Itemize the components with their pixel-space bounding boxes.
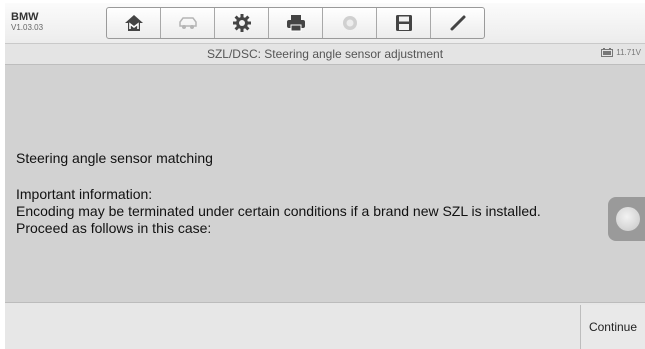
print-button[interactable]	[269, 8, 323, 38]
message-info-label: Important information:	[16, 186, 153, 202]
help-button[interactable]	[323, 8, 377, 38]
app-screen: BMW V1.03.03 SZL/DSC: Steering angle sen…	[5, 3, 645, 349]
floating-assist-button[interactable]	[608, 197, 645, 241]
top-toolbar: BMW V1.03.03	[5, 3, 645, 44]
battery-status: 11.71V	[601, 48, 641, 57]
save-button[interactable]	[377, 8, 431, 38]
home-button[interactable]	[107, 8, 161, 38]
message-line: Encoding may be terminated under certain…	[16, 203, 541, 219]
app-version: V1.03.03	[11, 23, 44, 32]
pen-icon	[450, 15, 465, 31]
vehicle-icon	[178, 17, 197, 29]
vehicle-button[interactable]	[161, 8, 215, 38]
page-title: SZL/DSC: Steering angle sensor adjustmen…	[206, 47, 444, 61]
gear-icon	[232, 14, 251, 32]
continue-button[interactable]: Continue	[580, 305, 645, 349]
printer-icon	[286, 15, 305, 32]
home-icon	[124, 15, 143, 31]
message-panel: Steering angle sensor matching Important…	[5, 65, 645, 303]
app-info: BMW V1.03.03	[11, 11, 43, 33]
app-name: BMW	[11, 11, 39, 23]
title-bar: SZL/DSC: Steering angle sensor adjustmen…	[5, 44, 645, 65]
battery-icon	[601, 48, 614, 57]
message-heading: Steering angle sensor matching	[16, 150, 213, 166]
voltage-readout: 11.71V	[616, 48, 641, 57]
settings-button[interactable]	[215, 8, 269, 38]
assist-circle-icon	[616, 207, 640, 231]
help-icon	[342, 16, 357, 30]
tool-button-group	[106, 7, 485, 39]
bottom-bar: Continue	[5, 302, 645, 349]
edit-button[interactable]	[431, 8, 484, 38]
message-line: Proceed as follows in this case:	[16, 220, 212, 236]
save-icon	[395, 15, 412, 31]
